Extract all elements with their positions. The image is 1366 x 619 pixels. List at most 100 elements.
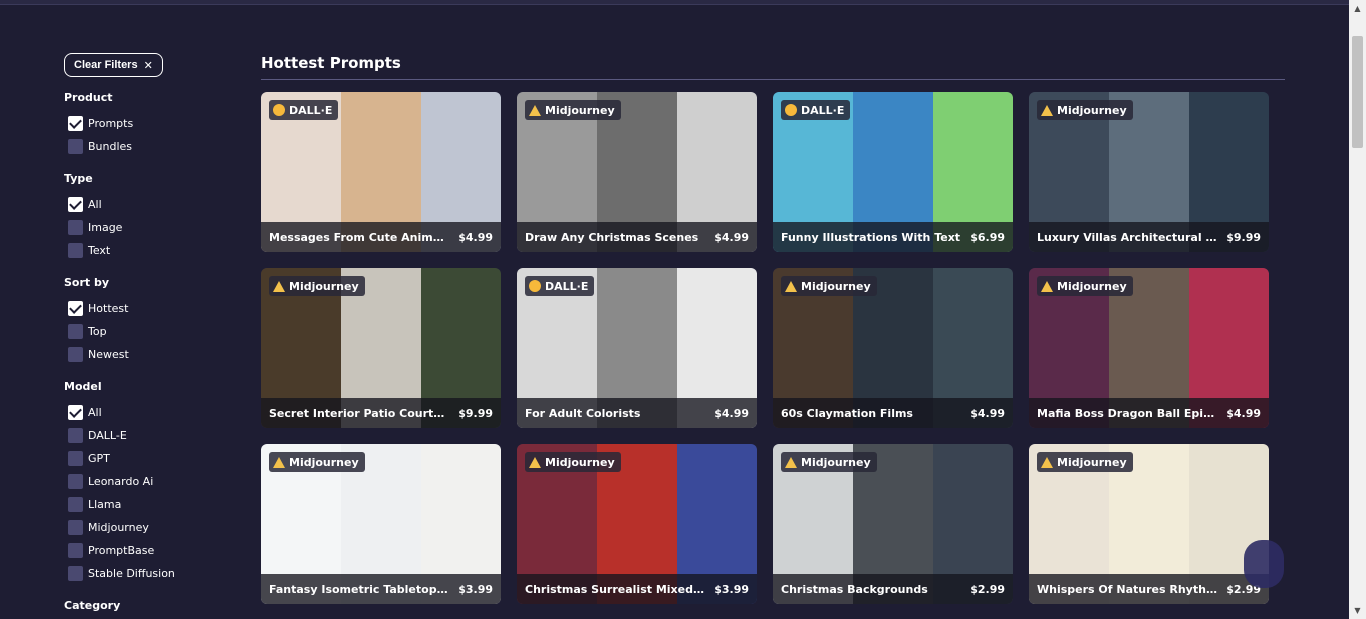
checkbox[interactable] (68, 428, 83, 443)
checkbox[interactable] (68, 405, 83, 420)
filter-option-image[interactable]: Image (64, 216, 234, 239)
card-price: $2.99 (970, 582, 1005, 596)
midjourney-icon (1041, 280, 1053, 292)
prompt-card[interactable]: Midjourney Christmas Surrealist Mixed Med… (517, 444, 757, 604)
model-name: DALL·E (289, 103, 333, 117)
checkbox[interactable] (68, 451, 83, 466)
scrollbar[interactable]: ▲ ▼ (1349, 0, 1366, 619)
filter-group-title: Sort by (64, 276, 110, 289)
model-name: Midjourney (1057, 103, 1127, 117)
checkbox[interactable] (68, 301, 83, 316)
divider (261, 79, 1285, 80)
model-name: Midjourney (1057, 455, 1127, 469)
filter-option-label: All (88, 198, 102, 211)
midjourney-icon (785, 280, 797, 292)
scroll-down-arrow-icon[interactable]: ▼ (1349, 602, 1366, 619)
clear-filters-button[interactable]: Clear Filters ✕ (64, 53, 163, 77)
card-footer: Secret Interior Patio Courtyards $9.99 (261, 398, 501, 428)
card-footer: 60s Claymation Films $4.99 (773, 398, 1013, 428)
card-price: $6.99 (970, 230, 1005, 244)
card-title: Christmas Surrealist Mixed Media C... (525, 582, 705, 596)
card-title: Messages From Cute Animals (269, 230, 449, 244)
model-name: DALL·E (801, 103, 845, 117)
main-content: Hottest Prompts DALL·E Messages From Cute… (261, 53, 1285, 604)
card-price: $9.99 (1226, 230, 1261, 244)
checkbox[interactable] (68, 324, 83, 339)
model-badge: DALL·E (525, 276, 595, 296)
card-price: $4.99 (1226, 406, 1261, 420)
prompt-card[interactable]: Midjourney Draw Any Christmas Scenes $4.99 (517, 92, 757, 252)
chat-widget-button[interactable] (1244, 540, 1284, 588)
model-badge: Midjourney (525, 452, 621, 472)
filter-option-bundles[interactable]: Bundles (64, 135, 234, 158)
card-footer: For Adult Colorists $4.99 (517, 398, 757, 428)
checkbox[interactable] (68, 566, 83, 581)
card-price: $4.99 (714, 230, 749, 244)
checkbox[interactable] (68, 347, 83, 362)
model-name: Midjourney (545, 103, 615, 117)
prompt-card[interactable]: DALL·E Messages From Cute Animals $4.99 (261, 92, 501, 252)
card-footer: Fantasy Isometric Tabletop Map Ass... $3.… (261, 574, 501, 604)
checkbox[interactable] (68, 243, 83, 258)
scroll-up-arrow-icon[interactable]: ▲ (1349, 0, 1366, 17)
model-badge: Midjourney (781, 452, 877, 472)
checkbox[interactable] (68, 139, 83, 154)
filter-option-label: Newest (88, 348, 129, 361)
model-name: Midjourney (289, 455, 359, 469)
card-title: 60s Claymation Films (781, 406, 913, 420)
filter-option-llama[interactable]: Llama (64, 493, 234, 516)
filter-option-prompts[interactable]: Prompts (64, 112, 234, 135)
dalle-icon (529, 280, 541, 292)
prompt-card[interactable]: Midjourney Whispers Of Natures Rhythms $2.… (1029, 444, 1269, 604)
filter-option-all[interactable]: All (64, 401, 234, 424)
prompt-card[interactable]: Midjourney Mafia Boss Dragon Ball Epic Fu… (1029, 268, 1269, 428)
prompt-card[interactable]: DALL·E For Adult Colorists $4.99 (517, 268, 757, 428)
card-footer: Christmas Surrealist Mixed Media C... $3.… (517, 574, 757, 604)
model-name: Midjourney (1057, 279, 1127, 293)
checkbox[interactable] (68, 520, 83, 535)
filter-group-title: Model (64, 380, 102, 393)
prompt-card[interactable]: Midjourney 60s Claymation Films $4.99 (773, 268, 1013, 428)
filter-option-all[interactable]: All (64, 193, 234, 216)
filter-group-title: Product (64, 91, 113, 104)
prompt-card[interactable]: Midjourney Luxury Villas Architectural Ma… (1029, 92, 1269, 252)
checkbox[interactable] (68, 220, 83, 235)
midjourney-icon (273, 456, 285, 468)
prompt-card[interactable]: DALL·E Funny Illustrations With Text $6.99 (773, 92, 1013, 252)
filter-option-text[interactable]: Text (64, 239, 234, 262)
prompt-card[interactable]: Midjourney Secret Interior Patio Courtyar… (261, 268, 501, 428)
card-price: $3.99 (714, 582, 749, 596)
filter-option-newest[interactable]: Newest (64, 343, 234, 366)
checkbox[interactable] (68, 474, 83, 489)
model-badge: Midjourney (269, 452, 365, 472)
filter-option-hottest[interactable]: Hottest (64, 297, 234, 320)
filter-option-promptbase[interactable]: PromptBase (64, 539, 234, 562)
checkbox[interactable] (68, 116, 83, 131)
model-badge: Midjourney (1037, 100, 1133, 120)
card-footer: Funny Illustrations With Text $6.99 (773, 222, 1013, 252)
filter-option-label: PromptBase (88, 544, 155, 557)
midjourney-icon (529, 104, 541, 116)
filter-option-label: Prompts (88, 117, 134, 130)
card-footer: Draw Any Christmas Scenes $4.99 (517, 222, 757, 252)
checkbox[interactable] (68, 197, 83, 212)
filter-option-leonardo-ai[interactable]: Leonardo Ai (64, 470, 234, 493)
model-badge: Midjourney (269, 276, 365, 296)
filter-option-dall-e[interactable]: DALL-E (64, 424, 234, 447)
checkbox[interactable] (68, 497, 83, 512)
scrollbar-thumb[interactable] (1352, 36, 1363, 148)
filter-option-label: Llama (88, 498, 122, 511)
filter-sidebar: Clear Filters ✕ Product Prompts Bundles Typ… (64, 53, 234, 619)
midjourney-icon (273, 280, 285, 292)
model-name: Midjourney (545, 455, 615, 469)
checkbox[interactable] (68, 543, 83, 558)
filter-option-midjourney[interactable]: Midjourney (64, 516, 234, 539)
filter-option-top[interactable]: Top (64, 320, 234, 343)
prompt-card[interactable]: Midjourney Fantasy Isometric Tabletop Map… (261, 444, 501, 604)
filter-option-gpt[interactable]: GPT (64, 447, 234, 470)
filter-option-label: Top (88, 325, 107, 338)
filter-option-stable-diffusion[interactable]: Stable Diffusion (64, 562, 234, 585)
card-footer: Whispers Of Natures Rhythms $2.99 (1029, 574, 1269, 604)
filter-option-label: DALL-E (88, 429, 127, 442)
prompt-card[interactable]: Midjourney Christmas Backgrounds $2.99 (773, 444, 1013, 604)
